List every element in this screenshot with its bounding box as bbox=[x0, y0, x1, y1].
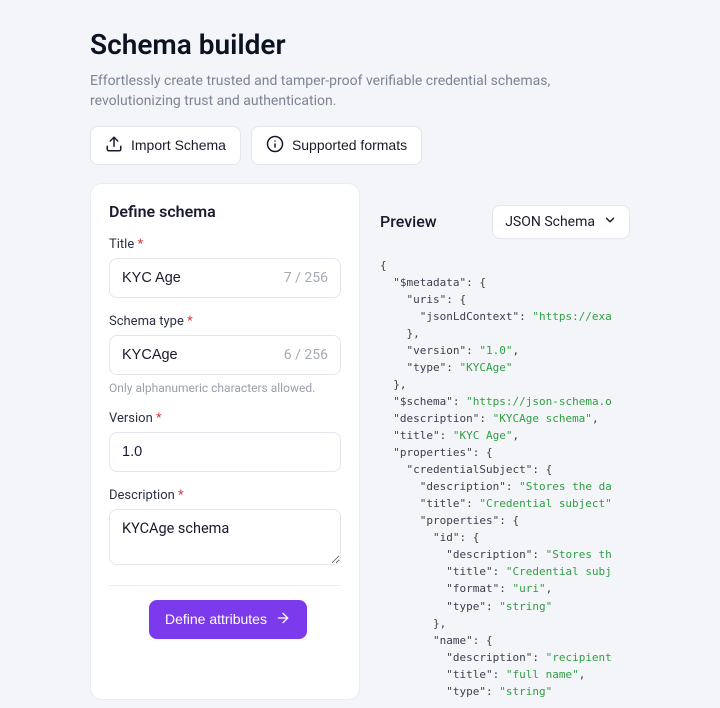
define-schema-panel: Define schema Title * 7 / 256 Schema typ… bbox=[90, 183, 360, 700]
json-preview: { "$metadata": { "uris": { "jsonLdContex… bbox=[380, 257, 630, 700]
define-schema-heading: Define schema bbox=[109, 202, 341, 221]
title-label: Title * bbox=[109, 237, 341, 252]
description-label: Description * bbox=[109, 488, 341, 503]
page-title: Schema builder bbox=[90, 28, 630, 61]
import-schema-label: Import Schema bbox=[131, 137, 226, 153]
chevron-down-icon bbox=[603, 213, 617, 231]
description-input[interactable] bbox=[109, 509, 341, 565]
schema-type-label: Schema type * bbox=[109, 314, 341, 329]
preview-heading: Preview bbox=[380, 212, 437, 231]
page-subtitle: Effortlessly create trusted and tamper-p… bbox=[90, 71, 630, 112]
import-schema-button[interactable]: Import Schema bbox=[90, 126, 241, 165]
info-icon bbox=[266, 135, 284, 156]
format-select-label: JSON Schema bbox=[505, 214, 595, 230]
title-input[interactable] bbox=[122, 270, 276, 286]
format-select[interactable]: JSON Schema bbox=[492, 205, 630, 239]
preview-panel: Preview JSON Schema { "$metadata": { "ur… bbox=[360, 183, 630, 700]
version-input[interactable] bbox=[122, 444, 328, 460]
define-attributes-button[interactable]: Define attributes bbox=[149, 600, 307, 639]
define-attributes-label: Define attributes bbox=[165, 611, 267, 627]
title-counter: 7 / 256 bbox=[276, 270, 328, 286]
schema-type-hint: Only alphanumeric characters allowed. bbox=[109, 381, 341, 395]
divider bbox=[109, 585, 341, 586]
upload-icon bbox=[105, 135, 123, 156]
schema-type-input[interactable] bbox=[122, 347, 276, 363]
schema-type-counter: 6 / 256 bbox=[276, 347, 328, 363]
version-label: Version * bbox=[109, 411, 341, 426]
arrow-right-icon bbox=[275, 610, 291, 629]
supported-formats-label: Supported formats bbox=[292, 137, 407, 153]
supported-formats-button[interactable]: Supported formats bbox=[251, 126, 422, 165]
